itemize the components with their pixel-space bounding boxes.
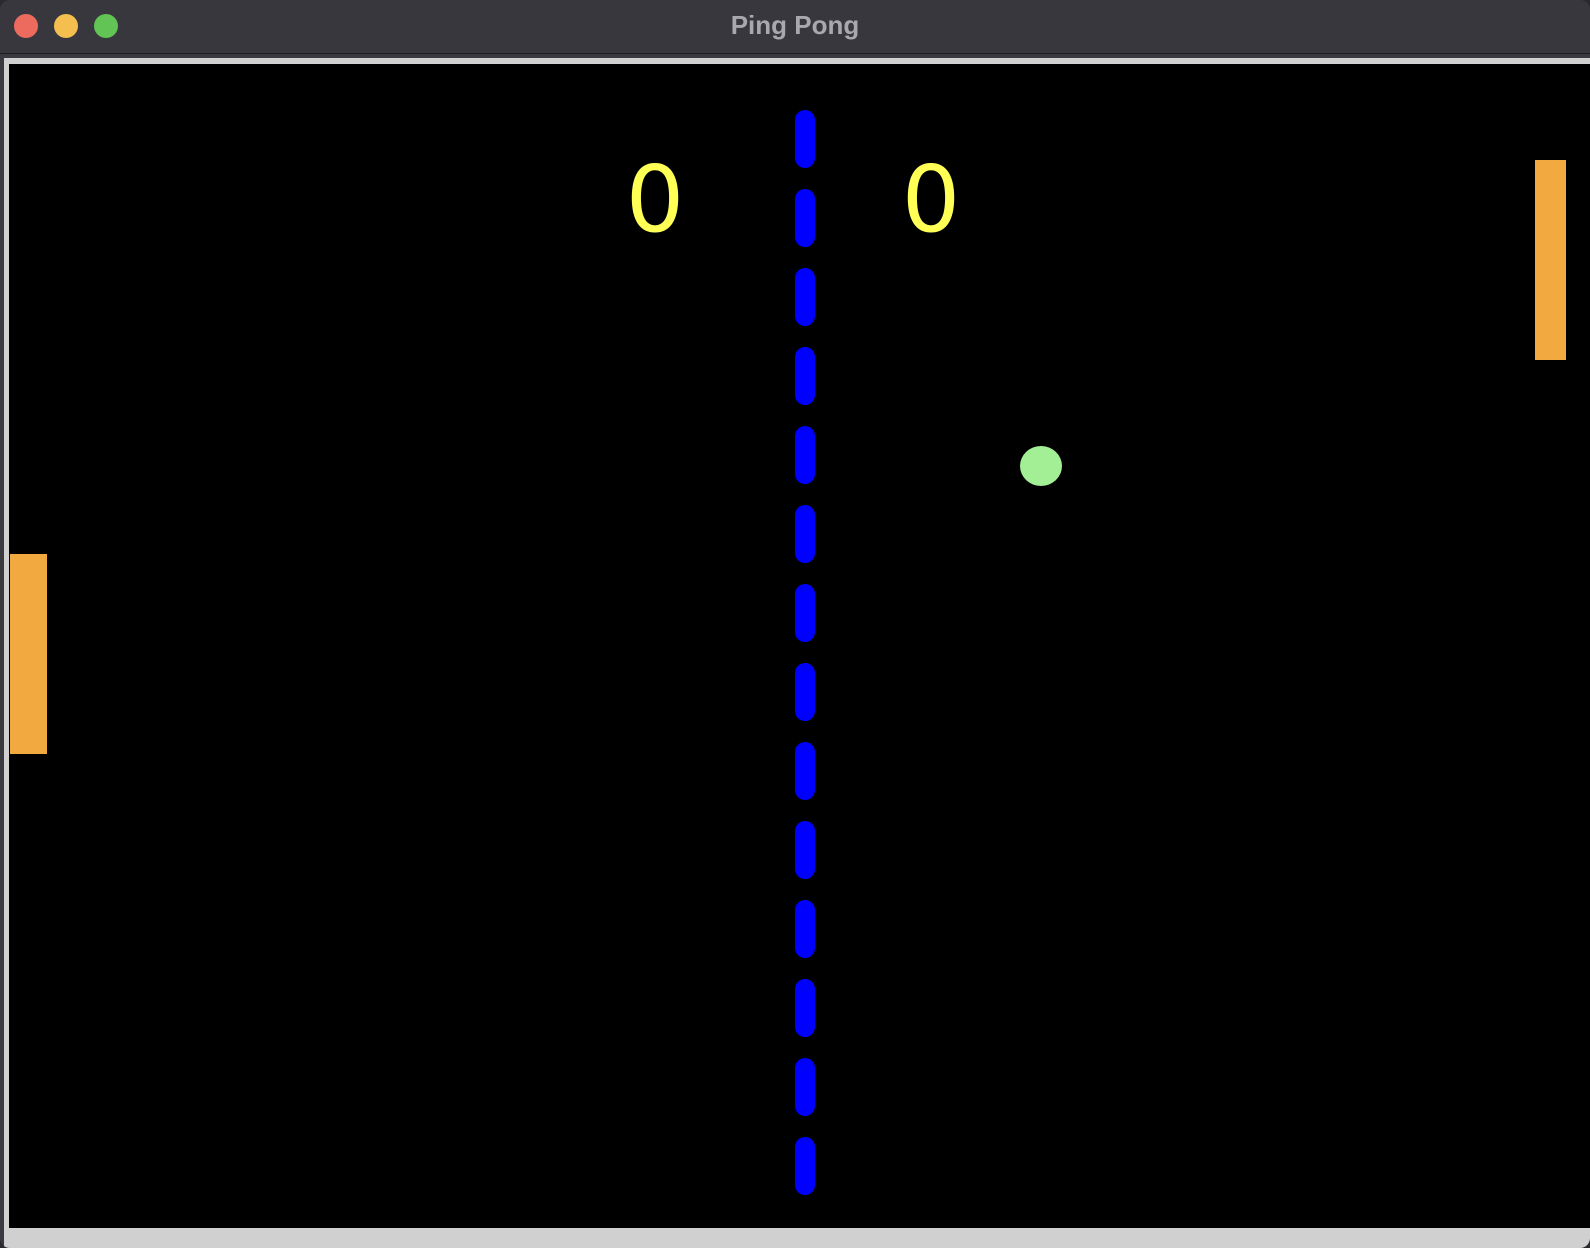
game-court[interactable]: 0 0 <box>9 64 1590 1228</box>
net-dash <box>795 979 815 1037</box>
net-dash <box>795 505 815 563</box>
title-bar: Ping Pong <box>0 0 1590 54</box>
net-dash <box>795 189 815 247</box>
net-dash <box>795 742 815 800</box>
ball <box>1020 446 1062 486</box>
score-right: 0 <box>901 146 961 253</box>
net-dash <box>795 1137 815 1195</box>
left-paddle <box>10 554 47 754</box>
right-paddle <box>1535 160 1566 360</box>
net-dash <box>795 426 815 484</box>
net-dash <box>795 1058 815 1116</box>
net-dash <box>795 584 815 642</box>
window-title: Ping Pong <box>730 10 860 40</box>
net-dash <box>795 268 815 326</box>
net-dash <box>795 347 815 405</box>
net-dash <box>795 821 815 879</box>
net-dash <box>795 110 815 168</box>
net-dash <box>795 900 815 958</box>
score-left: 0 <box>625 146 685 253</box>
net-dash <box>795 663 815 721</box>
game-window: Ping Pong 0 0 <box>0 0 1590 1248</box>
